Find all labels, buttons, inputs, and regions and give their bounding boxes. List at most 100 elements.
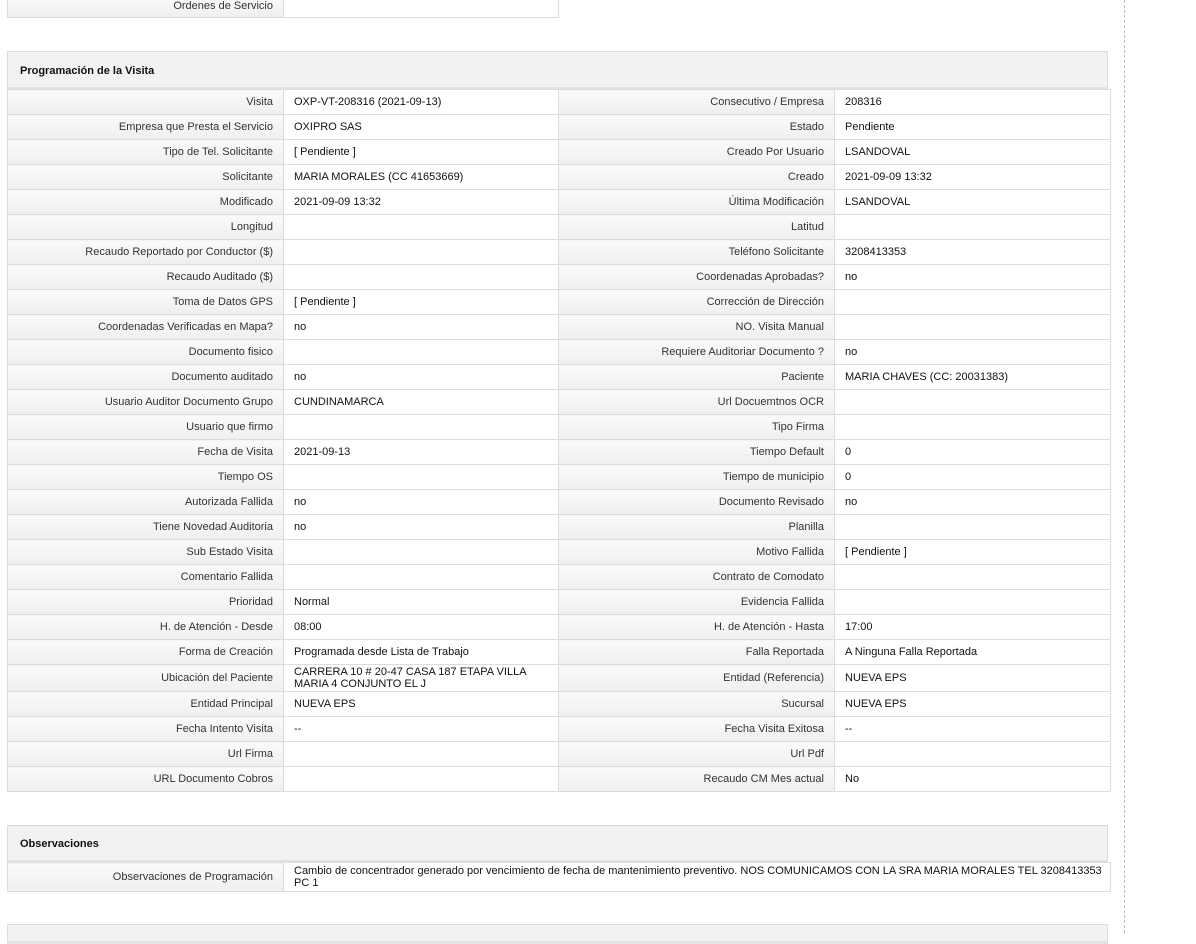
observaciones-value: Cambio de concentrador generado por venc…	[283, 862, 1111, 892]
field-label: Url Docuemtnos OCR	[558, 389, 835, 415]
table-row: Forma de Creación Programada desde Lista …	[7, 639, 1111, 665]
field-value: 2021-09-09 13:32	[834, 164, 1111, 190]
field-value: MARIA CHAVES (CC: 20031383)	[834, 364, 1111, 390]
field-label: Entidad Principal	[7, 691, 284, 717]
field-value	[834, 741, 1111, 767]
section-title-observaciones: Observaciones	[7, 825, 1108, 863]
table-row: Visita OXP-VT-208316 (2021-09-13) Consecut…	[7, 89, 1111, 115]
field-label: Coordenadas Aprobadas?	[558, 264, 835, 290]
table-row: URL Documento Cobros Recaudo CM Mes actua…	[7, 766, 1111, 792]
table-row: Empresa que Presta el Servicio OXIPRO SAS…	[7, 114, 1111, 140]
field-value	[283, 564, 559, 590]
table-row: Ubicación del Paciente CARRERA 10 # 20-47…	[7, 664, 1111, 692]
field-label: Autorizada Fallida	[7, 489, 284, 515]
field-value: OXP-VT-208316 (2021-09-13)	[283, 89, 559, 115]
field-label: Documento fisico	[7, 339, 284, 365]
field-label: Forma de Creación	[7, 639, 284, 665]
field-label: Creado	[558, 164, 835, 190]
table-row: Longitud Latitud	[7, 214, 1111, 240]
field-label: Solicitante	[7, 164, 284, 190]
section-title-programacion: Programación de la Visita	[7, 51, 1108, 90]
field-value: A Ninguna Falla Reportada	[834, 639, 1111, 665]
table-row: Recaudo Reportado por Conductor ($) Teléf…	[7, 239, 1111, 265]
table-row: Tiempo OS Tiempo de municipio 0	[7, 464, 1111, 490]
field-value	[283, 0, 559, 18]
field-value	[834, 289, 1111, 315]
field-value	[834, 414, 1111, 440]
field-value: Programada desde Lista de Trabajo	[283, 639, 559, 665]
field-label: Corrección de Dirección	[558, 289, 835, 315]
field-label: Tiempo Default	[558, 439, 835, 465]
field-value: no	[834, 489, 1111, 515]
field-value: 2021-09-09 13:32	[283, 189, 559, 215]
table-row: Solicitante MARIA MORALES (CC 41653669) Cr…	[7, 164, 1111, 190]
table-row: Fecha de Visita 2021-09-13 Tiempo Default…	[7, 439, 1111, 465]
field-value: NUEVA EPS	[283, 691, 559, 717]
field-label: Tiempo OS	[7, 464, 284, 490]
field-value: LSANDOVAL	[834, 139, 1111, 165]
field-label: Planilla	[558, 514, 835, 540]
field-value: Pendiente	[834, 114, 1111, 140]
field-value: NUEVA EPS	[834, 664, 1111, 692]
ordenes-servicio-table: Ordenes de Servicio	[7, 0, 559, 18]
table-row: Prioridad Normal Evidencia Fallida	[7, 589, 1111, 615]
field-label: Creado Por Usuario	[558, 139, 835, 165]
table-row: Usuario Auditor Documento Grupo CUNDINAMA…	[7, 389, 1111, 415]
field-value	[283, 766, 559, 792]
field-label: Documento Revisado	[558, 489, 835, 515]
table-row: Ordenes de Servicio	[7, 0, 559, 18]
field-label: Falla Reportada	[558, 639, 835, 665]
field-label: Prioridad	[7, 589, 284, 615]
field-label: Sucursal	[558, 691, 835, 717]
field-value: Normal	[283, 589, 559, 615]
field-label: H. de Atención - Hasta	[558, 614, 835, 640]
field-value: 0	[834, 464, 1111, 490]
field-label: Longitud	[7, 214, 284, 240]
field-label: Entidad (Referencia)	[558, 664, 835, 692]
field-label: NO. Visita Manual	[558, 314, 835, 340]
table-row: Entidad Principal NUEVA EPS Sucursal NUEVA …	[7, 691, 1111, 717]
field-label: Teléfono Solicitante	[558, 239, 835, 265]
field-label: Motivo Fallida	[558, 539, 835, 565]
table-row: Fecha Intento Visita -- Fecha Visita Exit…	[7, 716, 1111, 742]
field-label: Tiempo de municipio	[558, 464, 835, 490]
field-value: 2021-09-13	[283, 439, 559, 465]
field-value	[834, 589, 1111, 615]
field-value: No	[834, 766, 1111, 792]
table-row: Usuario que firmo Tipo Firma	[7, 414, 1111, 440]
field-label: Fecha de Visita	[7, 439, 284, 465]
field-label: Toma de Datos GPS	[7, 289, 284, 315]
field-label: Requiere Auditoriar Documento ?	[558, 339, 835, 365]
field-value: OXIPRO SAS	[283, 114, 559, 140]
field-label: Usuario Auditor Documento Grupo	[7, 389, 284, 415]
field-value: [ Pendiente ]	[834, 539, 1111, 565]
observaciones-table: Observaciones de Programación Cambio de …	[7, 862, 1111, 892]
field-value: no	[283, 489, 559, 515]
field-label: Observaciones de Programación	[7, 862, 284, 892]
field-value	[283, 264, 559, 290]
table-row: Observaciones de Programación Cambio de …	[7, 862, 1111, 892]
field-value: 208316	[834, 89, 1111, 115]
field-value: LSANDOVAL	[834, 189, 1111, 215]
field-value	[834, 214, 1111, 240]
field-value: 08:00	[283, 614, 559, 640]
field-value: [ Pendiente ]	[283, 139, 559, 165]
field-label: Usuario que firmo	[7, 414, 284, 440]
field-label: Recaudo Reportado por Conductor ($)	[7, 239, 284, 265]
field-value: CUNDINAMARCA	[283, 389, 559, 415]
field-value: no	[283, 314, 559, 340]
field-label: Sub Estado Visita	[7, 539, 284, 565]
field-label: Modificado	[7, 189, 284, 215]
field-label: URL Documento Cobros	[7, 766, 284, 792]
field-value	[283, 741, 559, 767]
table-row: Coordenadas Verificadas en Mapa? no NO. V…	[7, 314, 1111, 340]
field-value	[283, 239, 559, 265]
table-row: Modificado 2021-09-09 13:32 Última Modific…	[7, 189, 1111, 215]
field-label: Visita	[7, 89, 284, 115]
section-header-next	[7, 924, 1108, 944]
field-label: Comentario Fallida	[7, 564, 284, 590]
field-label: Tipo de Tel. Solicitante	[7, 139, 284, 165]
field-label: Recaudo CM Mes actual	[558, 766, 835, 792]
table-row: Documento auditado no Paciente MARIA CHAVE…	[7, 364, 1111, 390]
field-value: CARRERA 10 # 20-47 CASA 187 ETAPA VILLA …	[283, 664, 559, 692]
